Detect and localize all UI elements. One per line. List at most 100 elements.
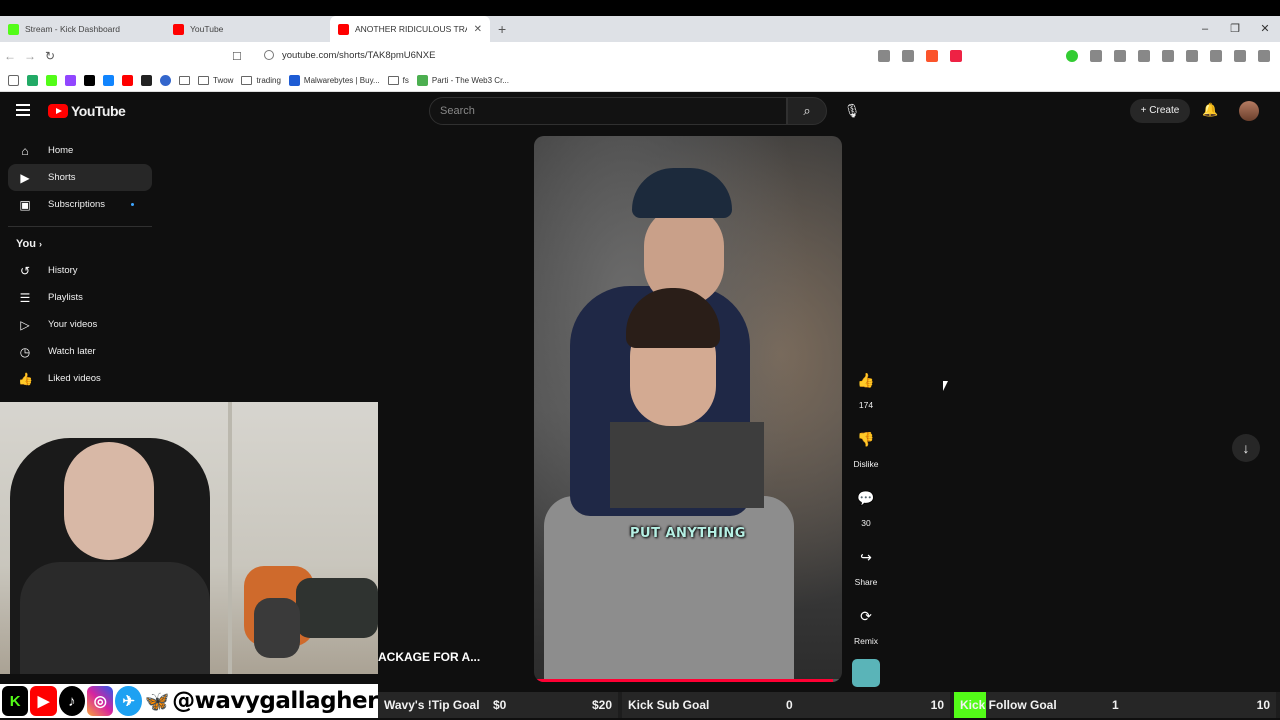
webcam-clothes xyxy=(296,578,378,638)
youtube-icon: ▶ xyxy=(30,686,57,716)
sidebar-item-home[interactable]: ⌂ Home xyxy=(8,137,152,164)
close-tab-icon[interactable]: ✕ xyxy=(474,24,482,35)
kick-icon: K xyxy=(2,686,29,716)
bluesky-bookmark[interactable] xyxy=(103,75,114,86)
address-bar: ← → ↻ ☐ youtube.com/shorts/TAK8pmU6NXE xyxy=(0,42,1280,70)
tab-youtube[interactable]: YouTube xyxy=(165,16,330,42)
goal-current: 1 xyxy=(1112,698,1119,712)
bookmark-trading[interactable]: trading xyxy=(241,76,281,85)
bookmark-fs[interactable]: fs xyxy=(387,76,409,85)
close-window-button[interactable]: ✕ xyxy=(1250,16,1280,42)
thumbs-down-icon: 👎 xyxy=(857,431,875,447)
bookmark-twow[interactable]: Twow xyxy=(198,76,233,85)
vpn-icon[interactable] xyxy=(1234,50,1246,62)
r-bookmark[interactable] xyxy=(141,75,152,86)
wallet-icon[interactable] xyxy=(1114,50,1126,62)
divider xyxy=(8,226,152,227)
like-button[interactable]: 👍 xyxy=(850,364,882,396)
kick-bookmark[interactable] xyxy=(46,75,57,86)
leo-icon[interactable] xyxy=(1210,50,1222,62)
b-bookmark[interactable] xyxy=(160,75,171,86)
youtube-header: YouTube Search ⌕ 🎙 + Create 🔔 xyxy=(0,92,1280,130)
wallet-alt-icon[interactable] xyxy=(1186,50,1198,62)
reload-button[interactable]: ↻ xyxy=(40,49,60,63)
remix-action: ⟳ Remix xyxy=(846,600,886,659)
voice-search-button[interactable]: 🎙 xyxy=(839,98,865,124)
liked-videos-icon: 👍 xyxy=(18,371,33,386)
video-progress-fill xyxy=(534,679,833,682)
dislike-button[interactable]: 👎 xyxy=(850,423,882,455)
remix-label: Remix xyxy=(853,636,879,646)
sidebar: ⌂ Home ▶ Shorts ▣ Subscriptions You › ↺ … xyxy=(8,137,152,392)
tiktok-icon: ♪ xyxy=(58,686,86,716)
install-icon[interactable] xyxy=(878,50,890,62)
back-button[interactable]: ← xyxy=(0,49,20,63)
youtube-logo[interactable]: YouTube xyxy=(48,103,126,119)
thumbs-up-icon: 👍 xyxy=(857,372,875,388)
share-arrow-icon: ↪ xyxy=(860,549,872,565)
bookmark-icon[interactable]: ☐ xyxy=(232,50,242,63)
share-action: ↪ Share xyxy=(846,541,886,600)
new-tab-button[interactable]: + xyxy=(498,16,506,42)
tab-kick-dashboard[interactable]: Stream - Kick Dashboard xyxy=(0,16,165,42)
instagram-icon: ◎ xyxy=(87,686,114,716)
search-button[interactable]: ⌕ xyxy=(787,97,827,125)
sidebar-item-playlists[interactable]: ☰ Playlists xyxy=(8,284,152,311)
sound-thumbnail[interactable] xyxy=(852,659,880,687)
minimize-button[interactable]: – xyxy=(1190,16,1220,42)
menu-icon[interactable] xyxy=(16,104,30,116)
sidebar-item-your-videos[interactable]: ▷ Your videos xyxy=(8,311,152,338)
folder-bookmark[interactable] xyxy=(179,76,190,85)
bookmark-malwarebytes[interactable]: Malwarebytes | Buy... xyxy=(288,75,380,86)
webcam-streamer-head xyxy=(64,442,154,560)
twitch-bookmark[interactable] xyxy=(65,75,76,86)
plus-icon: + xyxy=(1140,105,1150,116)
maximize-button[interactable]: ❐ xyxy=(1220,16,1250,42)
sidebar-item-subscriptions[interactable]: ▣ Subscriptions xyxy=(8,191,152,218)
sidebar-item-liked-videos[interactable]: 👍 Liked videos xyxy=(8,365,152,392)
apps-icon[interactable] xyxy=(8,75,19,86)
tab-active-short[interactable]: ANOTHER RIDICULOUS TRAD ✕ xyxy=(330,16,490,42)
sound-action xyxy=(846,659,886,693)
sub-goal: Kick Sub Goal 0 10 xyxy=(622,692,950,718)
remix-button[interactable]: ⟳ xyxy=(850,600,882,632)
notifications-bell-icon[interactable]: 🔔 xyxy=(1202,102,1218,118)
bookmark-parti[interactable]: Parti - The Web3 Cr... xyxy=(416,75,509,86)
url-field[interactable]: youtube.com/shorts/TAK8pmU6NXE xyxy=(282,42,435,70)
music-icon[interactable] xyxy=(1138,50,1150,62)
puzzle-icon[interactable] xyxy=(1090,50,1102,62)
search-input[interactable]: Search xyxy=(429,97,787,125)
bookmark-shortcut[interactable] xyxy=(27,75,38,86)
brave-shields-icon[interactable] xyxy=(926,50,938,62)
tab-title: YouTube xyxy=(190,24,224,34)
share-icon[interactable] xyxy=(902,50,914,62)
forward-button[interactable]: → xyxy=(20,49,40,63)
new-content-dot xyxy=(131,203,134,206)
video-progress-bar[interactable] xyxy=(534,679,842,682)
goal-max: 10 xyxy=(1256,698,1270,712)
playlists-icon: ☰ xyxy=(19,290,31,305)
share-button[interactable]: ↪ xyxy=(850,541,882,573)
menu-icon[interactable] xyxy=(1258,50,1270,62)
stream-goals-bar: Wavy's !Tip Goal $0 $20 Kick Sub Goal 0 … xyxy=(378,692,1280,718)
youtube-bookmark[interactable] xyxy=(122,75,133,86)
create-button[interactable]: + Create xyxy=(1130,99,1190,123)
site-info-icon[interactable] xyxy=(264,50,274,60)
social-handle: @wavygallagher xyxy=(172,688,378,714)
youtube-play-icon xyxy=(48,104,68,118)
avatar[interactable] xyxy=(1239,101,1259,121)
extension-icon[interactable] xyxy=(1066,50,1078,62)
sidebar-you-heading[interactable]: You › xyxy=(8,231,152,257)
sidebar-item-history[interactable]: ↺ History xyxy=(8,257,152,284)
watch-later-icon: ◷ xyxy=(19,344,31,359)
comments-button[interactable]: 💬 xyxy=(850,482,882,514)
next-short-button[interactable]: ↓ xyxy=(1232,434,1260,462)
x-bookmark[interactable] xyxy=(84,75,95,86)
shorts-video-player[interactable]: PUT ANYTHING xyxy=(534,136,842,682)
sidebar-item-watch-later[interactable]: ◷ Watch later xyxy=(8,338,152,365)
sidebar-item-shorts[interactable]: ▶ Shorts xyxy=(8,164,152,191)
sidebar-icon[interactable] xyxy=(1162,50,1174,62)
dislike-action: 👎 Dislike xyxy=(846,423,886,482)
brave-rewards-icon[interactable] xyxy=(950,50,962,62)
goal-name: Wavy's !Tip Goal xyxy=(384,698,480,712)
